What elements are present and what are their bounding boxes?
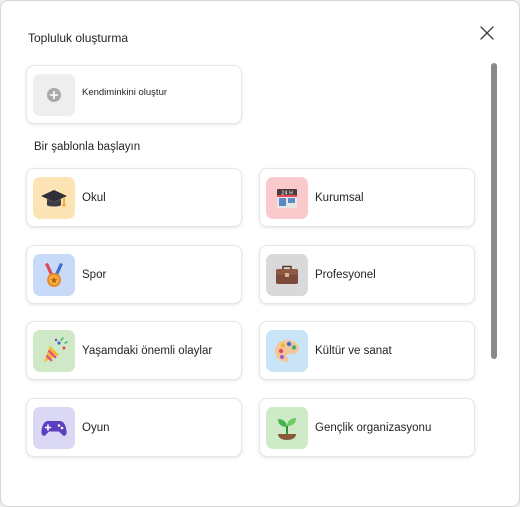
close-icon bbox=[480, 26, 494, 40]
template-card-kurumsal[interactable]: 24 H Kurumsal bbox=[259, 168, 475, 227]
sprout-icon bbox=[278, 418, 296, 440]
office-building-icon: 24 H bbox=[277, 189, 297, 208]
template-card-profesyonel[interactable]: Profesyonel bbox=[259, 245, 475, 304]
create-own-card[interactable]: Kendiminkini oluştur bbox=[26, 65, 242, 124]
template-section-heading: Bir şablonla başlayın bbox=[34, 141, 141, 153]
template-label: Kültür ve sanat bbox=[315, 345, 392, 357]
template-label: Spor bbox=[82, 269, 107, 281]
template-label: Gençlik organizasyonu bbox=[315, 422, 432, 434]
close-button[interactable] bbox=[475, 21, 499, 45]
template-tile bbox=[266, 254, 308, 296]
template-label: Profesyonel bbox=[315, 269, 376, 281]
template-tile bbox=[33, 254, 75, 296]
template-card-genclik[interactable]: Gençlik organizasyonu bbox=[259, 398, 475, 457]
template-label: Oyun bbox=[82, 422, 110, 434]
create-own-label: Kendiminkini oluştur bbox=[82, 87, 168, 98]
template-label: Yaşamdaki önemli olaylar bbox=[82, 345, 213, 357]
gamepad-icon bbox=[41, 421, 67, 436]
template-card-yasam-olaylari[interactable]: Yaşamdaki önemli olaylar bbox=[26, 321, 242, 380]
create-own-tile bbox=[33, 74, 75, 116]
template-tile bbox=[33, 177, 75, 219]
template-card-oyun[interactable]: Oyun bbox=[26, 398, 242, 457]
template-label: Okul bbox=[82, 192, 106, 204]
template-tile bbox=[266, 407, 308, 449]
create-community-dialog: Topluluk oluşturma Kendiminkini oluştur … bbox=[0, 0, 520, 507]
party-popper-icon bbox=[44, 337, 68, 362]
template-card-spor[interactable]: Spor bbox=[26, 245, 242, 304]
palette-icon bbox=[275, 340, 299, 362]
template-tile bbox=[33, 330, 75, 372]
template-card-okul[interactable]: Okul bbox=[26, 168, 242, 227]
template-label: Kurumsal bbox=[315, 192, 364, 204]
template-tile bbox=[266, 330, 308, 372]
template-card-kultur-sanat[interactable]: Kültür ve sanat bbox=[259, 321, 475, 380]
template-tile bbox=[33, 407, 75, 449]
scrollbar[interactable] bbox=[491, 63, 497, 359]
graduation-cap-icon bbox=[41, 190, 67, 207]
briefcase-icon bbox=[276, 265, 298, 284]
template-tile: 24 H bbox=[266, 177, 308, 219]
plus-circle-icon bbox=[47, 88, 61, 102]
medal-icon bbox=[45, 263, 63, 287]
dialog-title: Topluluk oluşturma bbox=[28, 31, 129, 45]
